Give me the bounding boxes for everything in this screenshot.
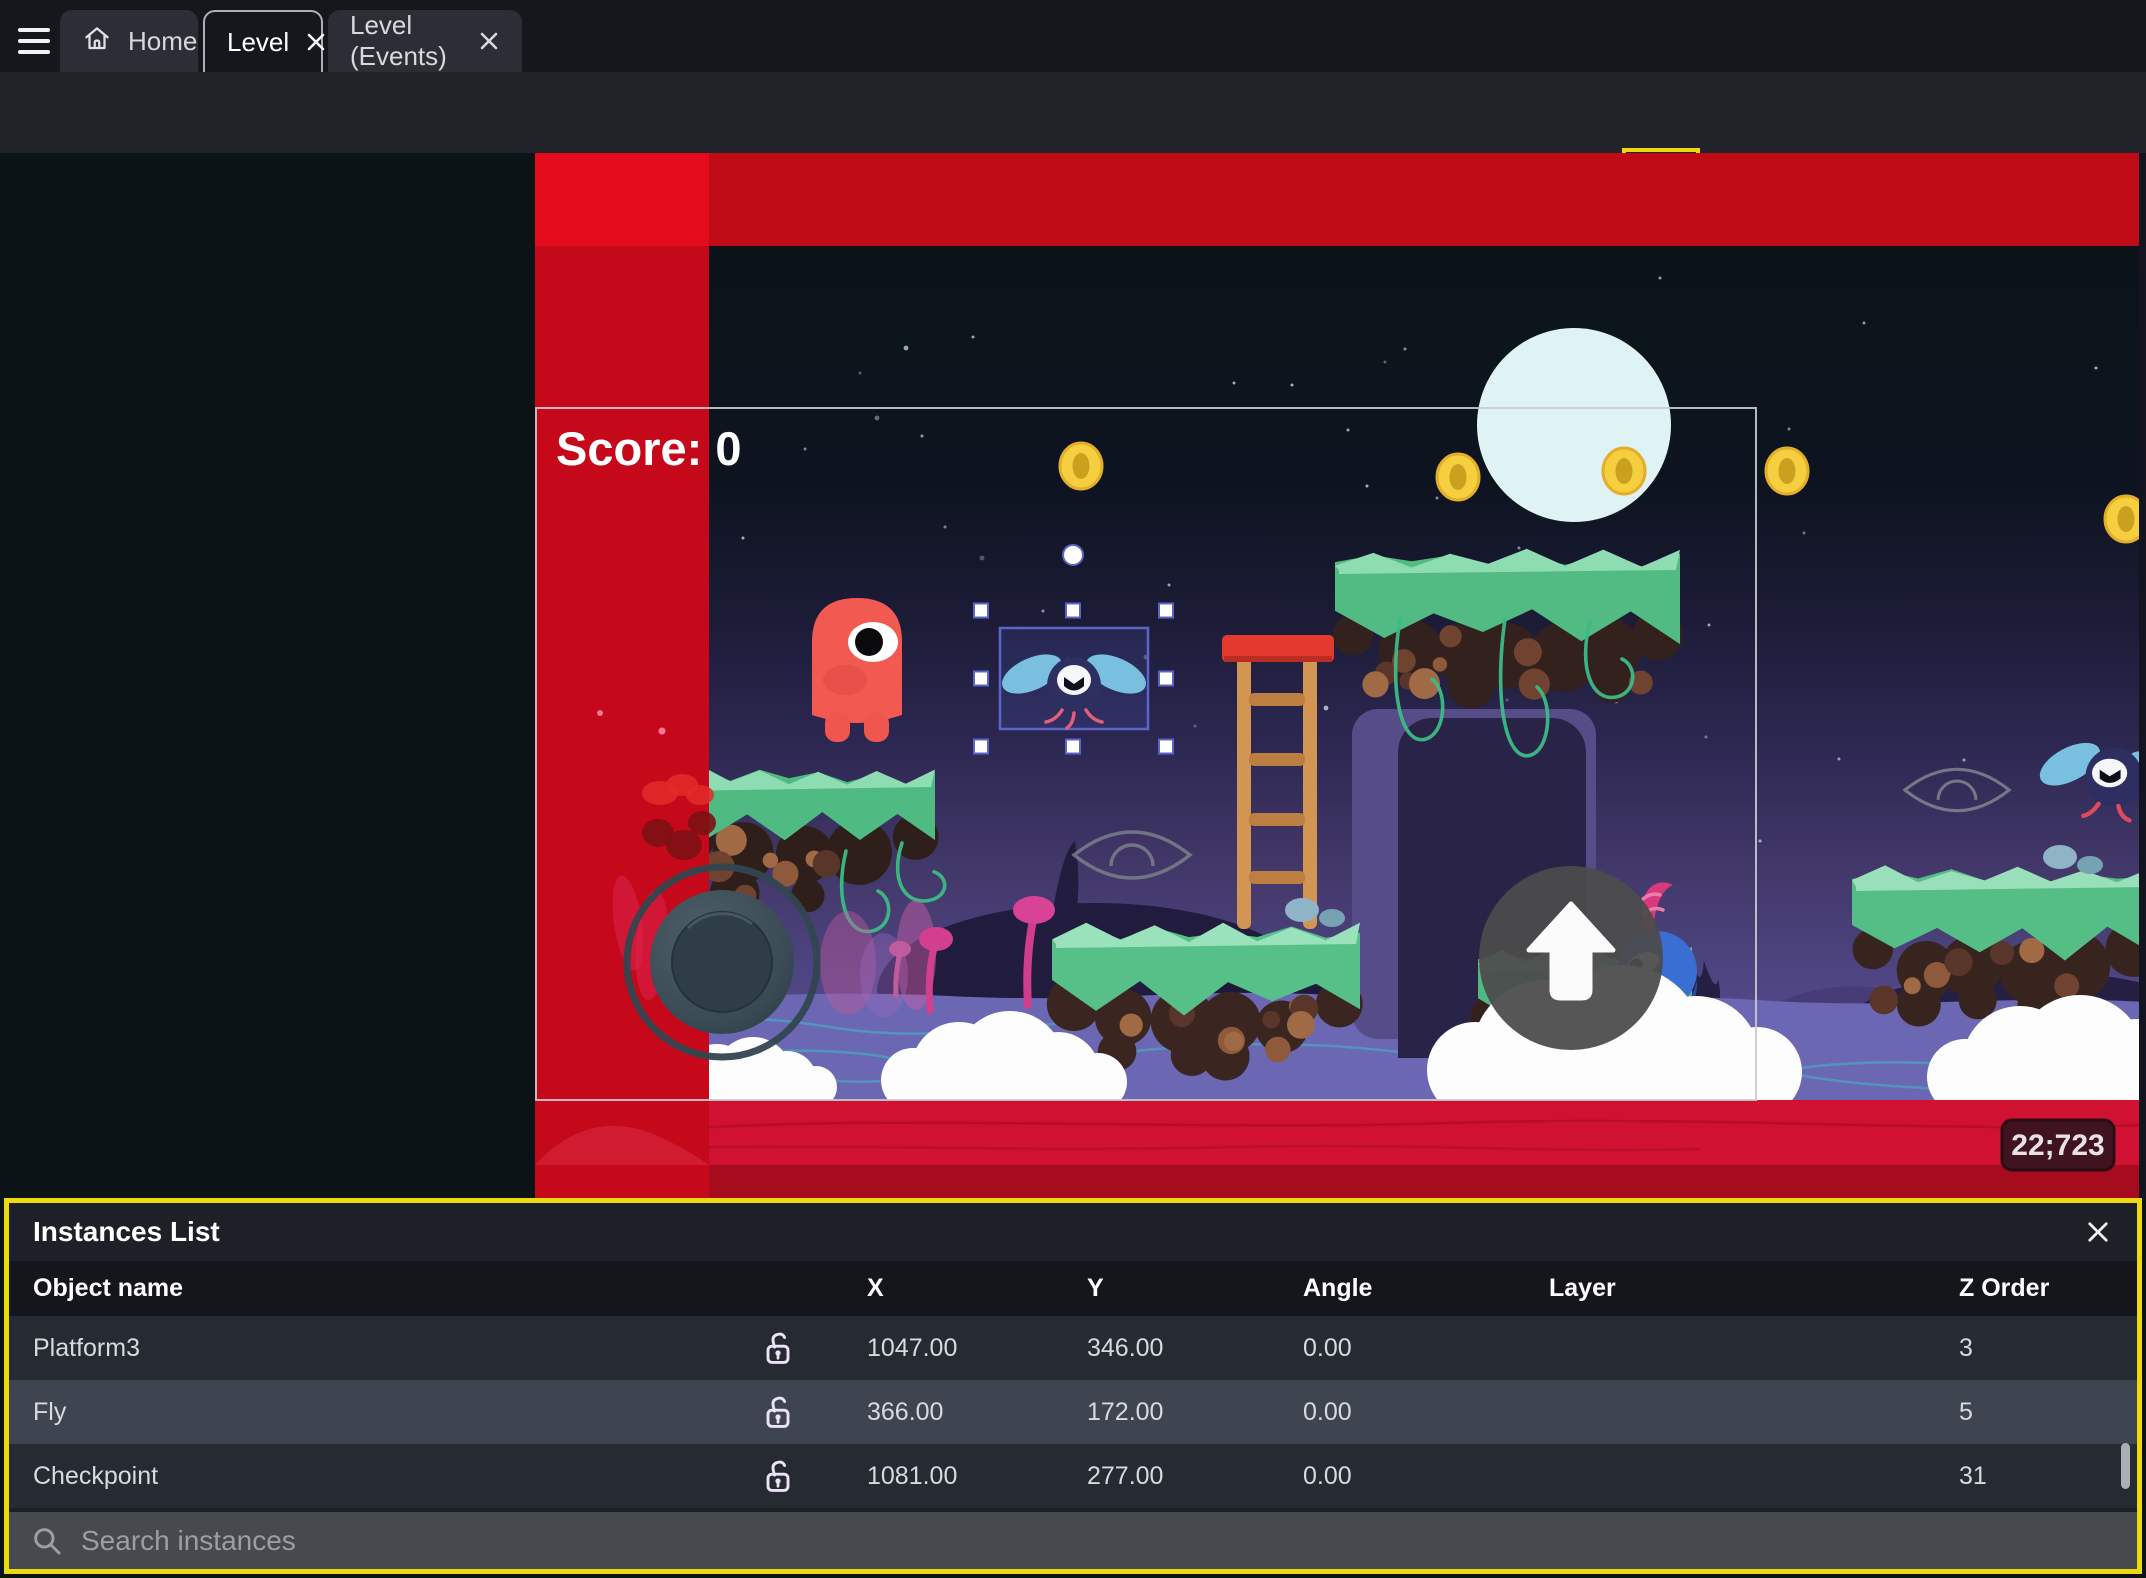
column-x: X (867, 1274, 884, 1302)
tab-label: Home (128, 25, 198, 56)
selection-handle[interactable] (1065, 738, 1081, 755)
instances-rows: Platform3 1047.00 346.00 0.00 3 Fly 366.00 172.… (9, 1316, 2137, 1508)
instance-x: 1081.00 (867, 1461, 958, 1490)
panel-scrollbar[interactable] (2121, 1443, 2130, 1489)
lock-toggle-icon[interactable] (763, 1458, 793, 1494)
close-icon[interactable] (305, 31, 327, 53)
tab-home[interactable]: Home (60, 10, 198, 72)
instance-z-order: 5 (1959, 1397, 1973, 1426)
instance-angle: 0.00 (1303, 1397, 1352, 1426)
instances-table-header: Object name X Y Angle Layer Z Order (9, 1261, 2137, 1316)
tab-bar: Home Level Level (Events) (0, 0, 2146, 72)
red-vertical-band[interactable] (535, 153, 716, 1200)
coin (1435, 452, 1481, 502)
column-z-order: Z Order (1959, 1274, 2050, 1302)
instance-y: 277.00 (1087, 1461, 1164, 1490)
search-instances-input[interactable] (9, 1512, 2137, 1569)
scene-editor-canvas[interactable]: Score: 0 22;723 (0, 153, 2146, 1200)
selection-handle[interactable] (973, 738, 989, 755)
canvas-right-edge (2139, 153, 2146, 1200)
column-object-name: Object name (33, 1274, 184, 1302)
red-bottom-zone[interactable] (535, 1100, 2146, 1200)
selection-handle[interactable] (1065, 602, 1081, 619)
close-icon[interactable] (478, 30, 500, 52)
instance-x: 1047.00 (867, 1333, 958, 1362)
coin (1601, 446, 1647, 496)
instance-name: Checkpoint (33, 1461, 159, 1490)
instance-row[interactable]: Platform3 1047.00 346.00 0.00 3 (9, 1316, 2137, 1380)
column-angle: Angle (1303, 1274, 1373, 1302)
selection-handle[interactable] (1158, 602, 1174, 619)
column-layer: Layer (1549, 1274, 1616, 1302)
cursor-coordinates-label: 22;723 (2000, 1118, 2116, 1172)
instance-name: Platform3 (33, 1333, 140, 1362)
home-icon (82, 23, 112, 60)
editor-void (0, 153, 535, 1200)
selection-handle[interactable] (1158, 670, 1174, 687)
selection-handle[interactable] (973, 670, 989, 687)
toolbar: Preview Publish (0, 72, 2146, 222)
joystick-control[interactable] (623, 863, 821, 1061)
panel-title: Instances List (33, 1216, 220, 1247)
moon[interactable] (1477, 328, 1671, 522)
instance-y: 346.00 (1087, 1333, 1164, 1362)
coin (1058, 441, 1104, 491)
tab-label: Level (227, 26, 290, 57)
tab-label: Level (Events) (350, 10, 447, 71)
tab-level-events[interactable]: Level (Events) (328, 10, 522, 72)
jump-button[interactable] (1479, 866, 1663, 1050)
search-row (9, 1512, 2137, 1569)
svg-text:22;723: 22;723 (2011, 1129, 2104, 1162)
score-text[interactable]: Score: 0 (556, 422, 741, 475)
instance-name: Fly (33, 1397, 67, 1426)
close-icon[interactable] (2085, 1219, 2111, 1245)
red-top-strip[interactable] (709, 153, 2146, 246)
instance-z-order: 3 (1959, 1333, 1973, 1362)
lock-toggle-icon[interactable] (763, 1394, 793, 1430)
instance-z-order: 31 (1959, 1461, 1987, 1490)
instance-x: 366.00 (867, 1397, 944, 1426)
coin (1764, 446, 1810, 496)
tab-level[interactable]: Level (203, 10, 325, 72)
instance-row[interactable]: Fly 366.00 172.00 0.00 5 (9, 1380, 2137, 1444)
hamburger-menu-icon[interactable] (18, 27, 52, 55)
instance-row[interactable]: Checkpoint 1081.00 277.00 0.00 31 (9, 1444, 2137, 1508)
selection-handle[interactable] (1158, 738, 1174, 755)
lock-toggle-icon[interactable] (763, 1330, 793, 1366)
column-y: Y (1087, 1274, 1104, 1302)
game-scene: Score: 0 22;723 (0, 153, 2146, 1200)
instance-angle: 0.00 (1303, 1461, 1352, 1490)
instances-list-panel: Instances List Object name X Y Angle Lay… (4, 1198, 2142, 1574)
instance-angle: 0.00 (1303, 1333, 1352, 1362)
instance-y: 172.00 (1087, 1397, 1164, 1426)
player-character[interactable] (812, 598, 902, 742)
selection-handle[interactable] (973, 602, 989, 619)
rotation-handle[interactable] (1062, 544, 1084, 566)
